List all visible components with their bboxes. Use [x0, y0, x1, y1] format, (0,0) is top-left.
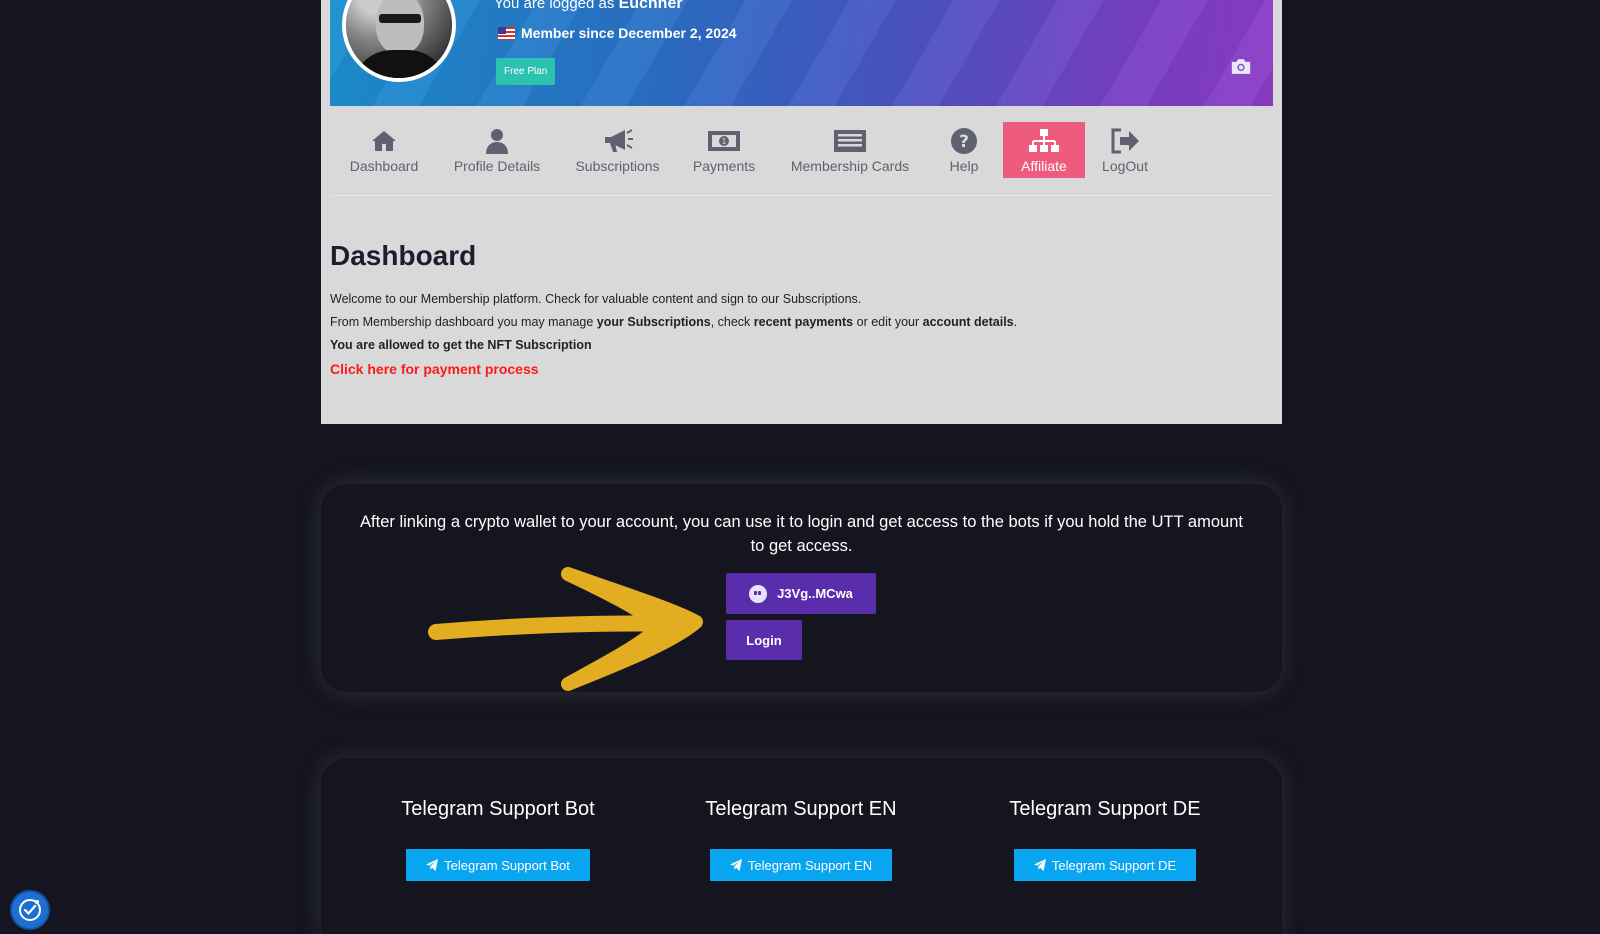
nav-item-help[interactable]: ? Help [942, 122, 986, 178]
support-title: Telegram Support DE [1009, 798, 1201, 820]
us-flag-icon [498, 26, 515, 40]
cookie-settings-button[interactable] [10, 890, 50, 930]
wallet-card: After linking a crypto wallet to your ac… [321, 484, 1282, 692]
privacy-settings-icon [19, 899, 41, 921]
nav-item-membership-cards[interactable]: Membership Cards [782, 122, 918, 178]
manage-mid: , check [710, 315, 754, 329]
account-emphasis: account details [922, 315, 1014, 329]
button-label: Telegram Support Bot [444, 857, 570, 873]
nav-item-affiliate[interactable]: Affiliate [1003, 122, 1085, 178]
nav-item-subscriptions[interactable]: Subscriptions [569, 122, 666, 178]
telegram-support-de-button[interactable]: Telegram Support DE [1013, 849, 1197, 881]
nav-label: Help [949, 158, 979, 174]
telegram-icon [729, 859, 742, 871]
support-title: Telegram Support Bot [401, 798, 595, 820]
profile-cover: You are logged as Euchner Member since D… [330, 0, 1273, 106]
nav-label: Dashboard [349, 158, 419, 174]
logged-in-text: You are logged as Euchner [494, 0, 683, 13]
payment-process-link[interactable]: Click here for payment process [330, 361, 539, 377]
money-icon: 1 [708, 131, 740, 151]
payments-emphasis: recent payments [753, 315, 854, 329]
question-icon: ? [951, 128, 977, 154]
telegram-support-bot-button[interactable]: Telegram Support Bot [406, 849, 590, 881]
telegram-support-card: Telegram Support Bot Telegram Support Bo… [321, 758, 1282, 934]
button-label: Telegram Support EN [747, 857, 873, 873]
manage-suffix: . [1013, 315, 1018, 329]
login-button[interactable]: Login [726, 620, 802, 660]
welcome-text: Welcome to our Membership platform. Chec… [330, 292, 862, 306]
support-title: Telegram Support EN [705, 798, 897, 820]
button-label: Telegram Support DE [1051, 857, 1177, 873]
wallet-address-button[interactable]: J3Vg..MCwa [726, 573, 876, 614]
svg-text:1: 1 [721, 137, 726, 146]
telegram-icon [426, 859, 439, 871]
manage-prefix: From Membership dashboard you may manage [330, 315, 597, 329]
sitemap-icon [1029, 129, 1059, 152]
plan-badge[interactable]: Free Plan [496, 58, 556, 85]
nav-label: Profile Details [453, 158, 541, 174]
support-column-de: Telegram Support DE Telegram Support DE [955, 798, 1255, 881]
svg-text:?: ? [959, 132, 969, 152]
telegram-support-en-button[interactable]: Telegram Support EN [709, 849, 893, 881]
megaphone-icon [604, 129, 633, 152]
nav-item-payments[interactable]: 1 Payments [687, 122, 761, 178]
nav-label: Membership Cards [790, 158, 910, 174]
nav-item-logout[interactable]: LogOut [1095, 122, 1155, 178]
page-title: Dashboard [330, 240, 477, 271]
home-icon [372, 131, 396, 151]
nav-label: LogOut [1102, 158, 1148, 174]
nav-label: Payments [692, 158, 756, 174]
wallet-address-label: J3Vg..MCwa [777, 586, 853, 601]
manage-mid: or edit your [853, 315, 923, 329]
nav-item-profile-details[interactable]: Profile Details [447, 122, 547, 178]
member-since-text: Member since December 2, 2024 [521, 25, 737, 41]
user-icon [486, 129, 508, 154]
manage-text: From Membership dashboard you may manage… [330, 315, 1017, 329]
member-since: Member since December 2, 2024 [498, 25, 737, 41]
wallet-description: After linking a crypto wallet to your ac… [360, 513, 1243, 555]
telegram-icon [1033, 859, 1046, 871]
nav-label: Affiliate [1021, 158, 1067, 174]
nav-item-dashboard[interactable]: Dashboard [343, 122, 425, 178]
nft-notice: You are allowed to get the NFT Subscript… [330, 338, 592, 352]
avatar[interactable] [342, 0, 456, 82]
membership-panel: You are logged as Euchner Member since D… [321, 0, 1282, 424]
logged-prefix: You are logged as [494, 0, 619, 12]
phantom-wallet-icon [749, 584, 768, 603]
nav-label: Subscriptions [575, 158, 660, 174]
logout-icon [1111, 128, 1139, 154]
support-column-bot: Telegram Support Bot Telegram Support Bo… [348, 798, 648, 881]
username: Euchner [618, 0, 683, 12]
support-column-en: Telegram Support EN Telegram Support EN [651, 798, 951, 881]
subscriptions-emphasis: your Subscriptions [596, 315, 711, 329]
card-list-icon [834, 130, 866, 152]
arrow-annotation-icon [428, 567, 703, 691]
camera-icon[interactable] [1230, 58, 1252, 75]
account-nav: Dashboard Profile Details Subscriptions … [330, 118, 1273, 196]
